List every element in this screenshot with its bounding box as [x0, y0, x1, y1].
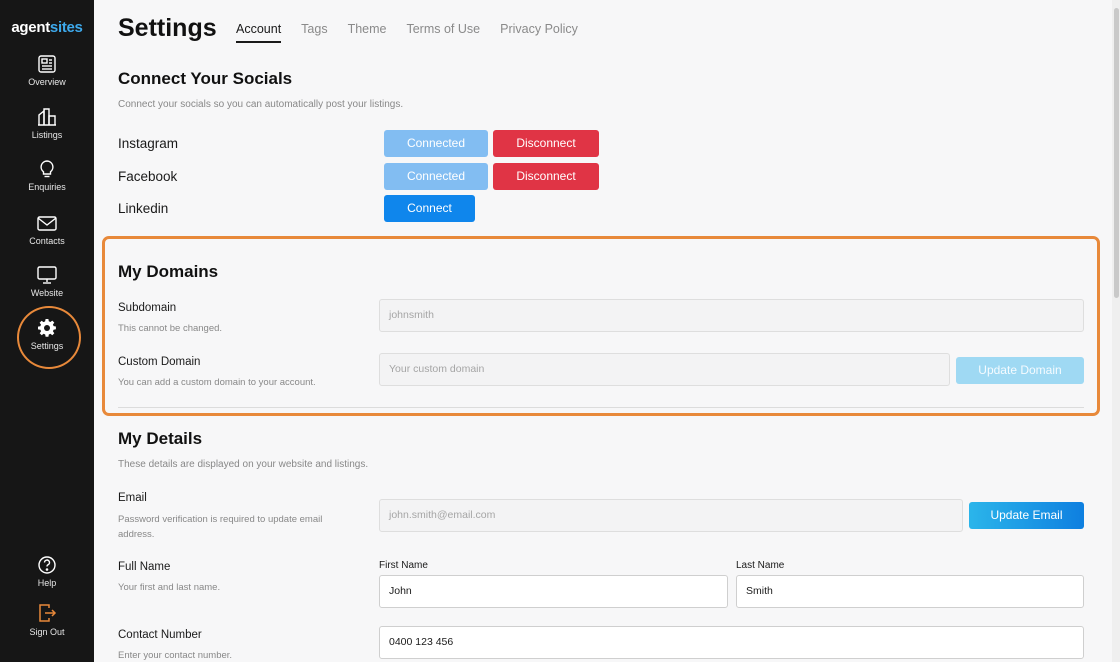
sidebar-item-enquiries[interactable]: Enquiries [0, 159, 94, 205]
facebook-disconnect-button[interactable]: Disconnect [493, 163, 599, 190]
listings-icon [38, 108, 56, 126]
tab-account[interactable]: Account [236, 22, 282, 43]
custom-domain-input[interactable]: Your custom domain [379, 353, 950, 386]
instagram-connected-button[interactable]: Connected [384, 130, 488, 157]
socials-section-title: Connect Your Socials [118, 69, 293, 88]
tab-privacy-policy[interactable]: Privacy Policy [500, 22, 578, 43]
brand-logo[interactable]: agentsites [0, 19, 94, 36]
first-name-label: First Name [379, 560, 428, 571]
sidebar-item-label: Contacts [29, 236, 65, 246]
sidebar-item-website[interactable]: Website [0, 265, 94, 311]
full-name-help: Your first and last name. [118, 582, 221, 593]
facebook-connected-button[interactable]: Connected [384, 163, 488, 190]
subdomain-field: johnsmith [379, 299, 1084, 332]
sidebar-item-overview[interactable]: Overview [0, 54, 94, 100]
settings-highlight-ring [17, 306, 81, 369]
email-help: Password verification is required to upd… [118, 514, 323, 540]
sidebar-item-label: Help [37, 578, 57, 588]
sidebar-item-help[interactable]: Help [0, 555, 94, 601]
main-content: Settings Account Tags Theme Terms of Use… [94, 0, 1120, 662]
page-title: Settings [118, 14, 217, 42]
update-domain-button[interactable]: Update Domain [956, 357, 1084, 384]
update-email-button[interactable]: Update Email [969, 502, 1084, 529]
overview-icon [38, 55, 56, 73]
sidebar-item-label: Website [30, 288, 64, 298]
instagram-label: Instagram [118, 136, 179, 151]
linkedin-connect-button[interactable]: Connect [384, 195, 475, 222]
linkedin-label: Linkedin [118, 201, 169, 216]
contact-number-input[interactable]: 0400 123 456 [379, 626, 1084, 659]
socials-description: Connect your socials so you can automati… [118, 99, 404, 110]
email-label: Email [118, 492, 147, 504]
instagram-disconnect-button[interactable]: Disconnect [493, 130, 599, 157]
contact-number-label: Contact Number [118, 629, 202, 641]
subdomain-help: This cannot be changed. [118, 323, 223, 334]
sidebar-item-label: Overview [28, 77, 66, 87]
domains-section-title: My Domains [118, 262, 219, 281]
subdomain-label: Subdomain [118, 302, 177, 314]
facebook-label: Facebook [118, 169, 178, 184]
custom-domain-help: You can add a custom domain to your acco… [118, 377, 316, 388]
first-name-input[interactable]: John [379, 575, 728, 608]
sidebar-item-label: Enquiries [28, 182, 66, 192]
contact-number-help: Enter your contact number. [118, 650, 233, 661]
sidebar-item-sign-out[interactable]: Sign Out [0, 602, 94, 648]
sign-out-icon [39, 604, 57, 622]
envelope-icon [37, 216, 57, 231]
sidebar-item-contacts[interactable]: Contacts [0, 213, 94, 259]
sidebar-item-listings[interactable]: Listings [0, 107, 94, 153]
help-icon [38, 556, 56, 574]
monitor-icon [37, 266, 57, 284]
sidebar-item-label: Listings [31, 130, 63, 140]
sidebar: agentsites Overview Listings Enquiries C… [0, 0, 94, 662]
last-name-input[interactable]: Smith [736, 575, 1084, 608]
sidebar-item-label: Sign Out [29, 627, 65, 637]
full-name-label: Full Name [118, 561, 171, 573]
last-name-label: Last Name [736, 560, 785, 571]
email-field: john.smith@email.com [379, 499, 963, 532]
scrollbar-thumb[interactable] [1114, 8, 1119, 298]
section-divider [118, 407, 1084, 408]
custom-domain-label: Custom Domain [118, 356, 201, 368]
settings-tabs: Account Tags Theme Terms of Use Privacy … [236, 22, 598, 43]
scrollbar[interactable] [1112, 0, 1120, 662]
details-section-title: My Details [118, 429, 203, 448]
tab-theme[interactable]: Theme [348, 22, 387, 43]
tab-terms-of-use[interactable]: Terms of Use [406, 22, 480, 43]
tab-tags[interactable]: Tags [301, 22, 327, 43]
lightbulb-icon [40, 160, 54, 178]
details-description: These details are displayed on your webs… [118, 459, 369, 470]
